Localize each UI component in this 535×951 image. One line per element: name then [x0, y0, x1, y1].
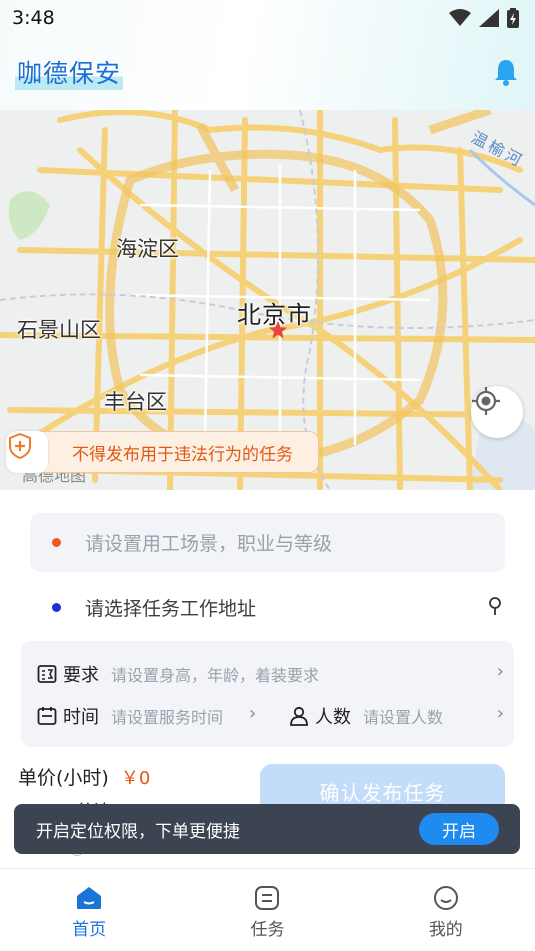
requirements-label: 要求 [63, 665, 99, 686]
address-selector[interactable]: 请选择任务工作地址 [30, 586, 505, 628]
home-icon [77, 887, 102, 909]
time-label: 时间 [63, 707, 99, 728]
requirements-card: 要求 请设置身高，年龄，着装要求 › 时间 请设置服务时间 › 人数 请设置人数… [21, 641, 514, 747]
wifi-icon [449, 9, 471, 26]
unit-price-value: ￥0 [120, 768, 151, 789]
status-icons [449, 8, 519, 28]
status-bar: 3:48 [0, 0, 535, 36]
headcount-placeholder: 请设置人数 [363, 708, 444, 727]
app-title: 咖德保安 [15, 54, 124, 90]
headcount-label: 人数 [315, 707, 351, 728]
bell-icon[interactable] [493, 58, 519, 86]
status-time: 3:48 [12, 7, 55, 29]
map-label-haidian: 海淀区 [116, 237, 179, 261]
crosshair-icon [472, 387, 500, 415]
nav-item-tasks[interactable]: 任务 [207, 869, 327, 951]
shield-icon [6, 431, 48, 473]
headcount-chevron-icon: › [496, 703, 504, 724]
map-label-shijingshan: 石景山区 [17, 318, 101, 342]
time-row[interactable]: 时间 请设置服务时间 [37, 703, 223, 729]
nav-item-home[interactable]: 首页 [29, 869, 149, 951]
unit-price-row: 单价(小时) ￥0 [18, 763, 150, 790]
legal-warning-text: 不得发布用于违法行为的任务 [72, 444, 293, 465]
nav-label-tasks: 任务 [250, 920, 285, 940]
profile-icon [433, 886, 458, 910]
battery-icon [507, 8, 519, 28]
unit-price-label: 单价(小时) [18, 767, 109, 789]
signal-icon [479, 9, 499, 27]
time-placeholder: 请设置服务时间 [111, 708, 224, 727]
calendar-icon [37, 707, 57, 725]
location-pin-icon [489, 597, 501, 615]
requirements-row[interactable]: 要求 请设置身高，年龄，着装要求 [37, 661, 507, 687]
scene-selector[interactable]: 请设置用工场景，职业与等级 [30, 513, 505, 572]
nav-label-home: 首页 [72, 920, 107, 940]
requirements-chevron-icon: › [496, 661, 504, 682]
person-icon [290, 706, 308, 726]
locate-button[interactable] [471, 386, 523, 438]
time-chevron-icon: › [249, 703, 257, 724]
scene-dot [52, 538, 61, 547]
scene-placeholder: 请设置用工场景，职业与等级 [85, 533, 333, 555]
address-dot [52, 602, 61, 612]
headcount-row[interactable]: 人数 请设置人数 [289, 703, 443, 729]
location-permission-toast: 开启定位权限，下单更便捷 开启 [14, 804, 520, 854]
requirements-placeholder: 请设置身高，年龄，着装要求 [111, 666, 320, 685]
address-placeholder: 请选择任务工作地址 [85, 597, 257, 620]
nav-item-profile[interactable]: 我的 [386, 869, 506, 951]
city-star-icon [269, 321, 287, 339]
bottom-nav: 首页 任务 我的 [0, 868, 535, 951]
map-label-fengtai: 丰台区 [104, 390, 167, 414]
map-view[interactable]: 海淀区 北京市 石景山区 丰台区 温榆河 高德地图 不得发布用于违法行为的任务 [0, 110, 535, 490]
task-icon [255, 886, 280, 910]
requirements-icon [37, 665, 57, 683]
toast-message: 开启定位权限，下单更便捷 [36, 821, 240, 842]
nav-label-profile: 我的 [428, 920, 463, 940]
enable-location-button[interactable]: 开启 [419, 813, 499, 845]
legal-warning-banner: 不得发布用于违法行为的任务 [6, 431, 319, 473]
